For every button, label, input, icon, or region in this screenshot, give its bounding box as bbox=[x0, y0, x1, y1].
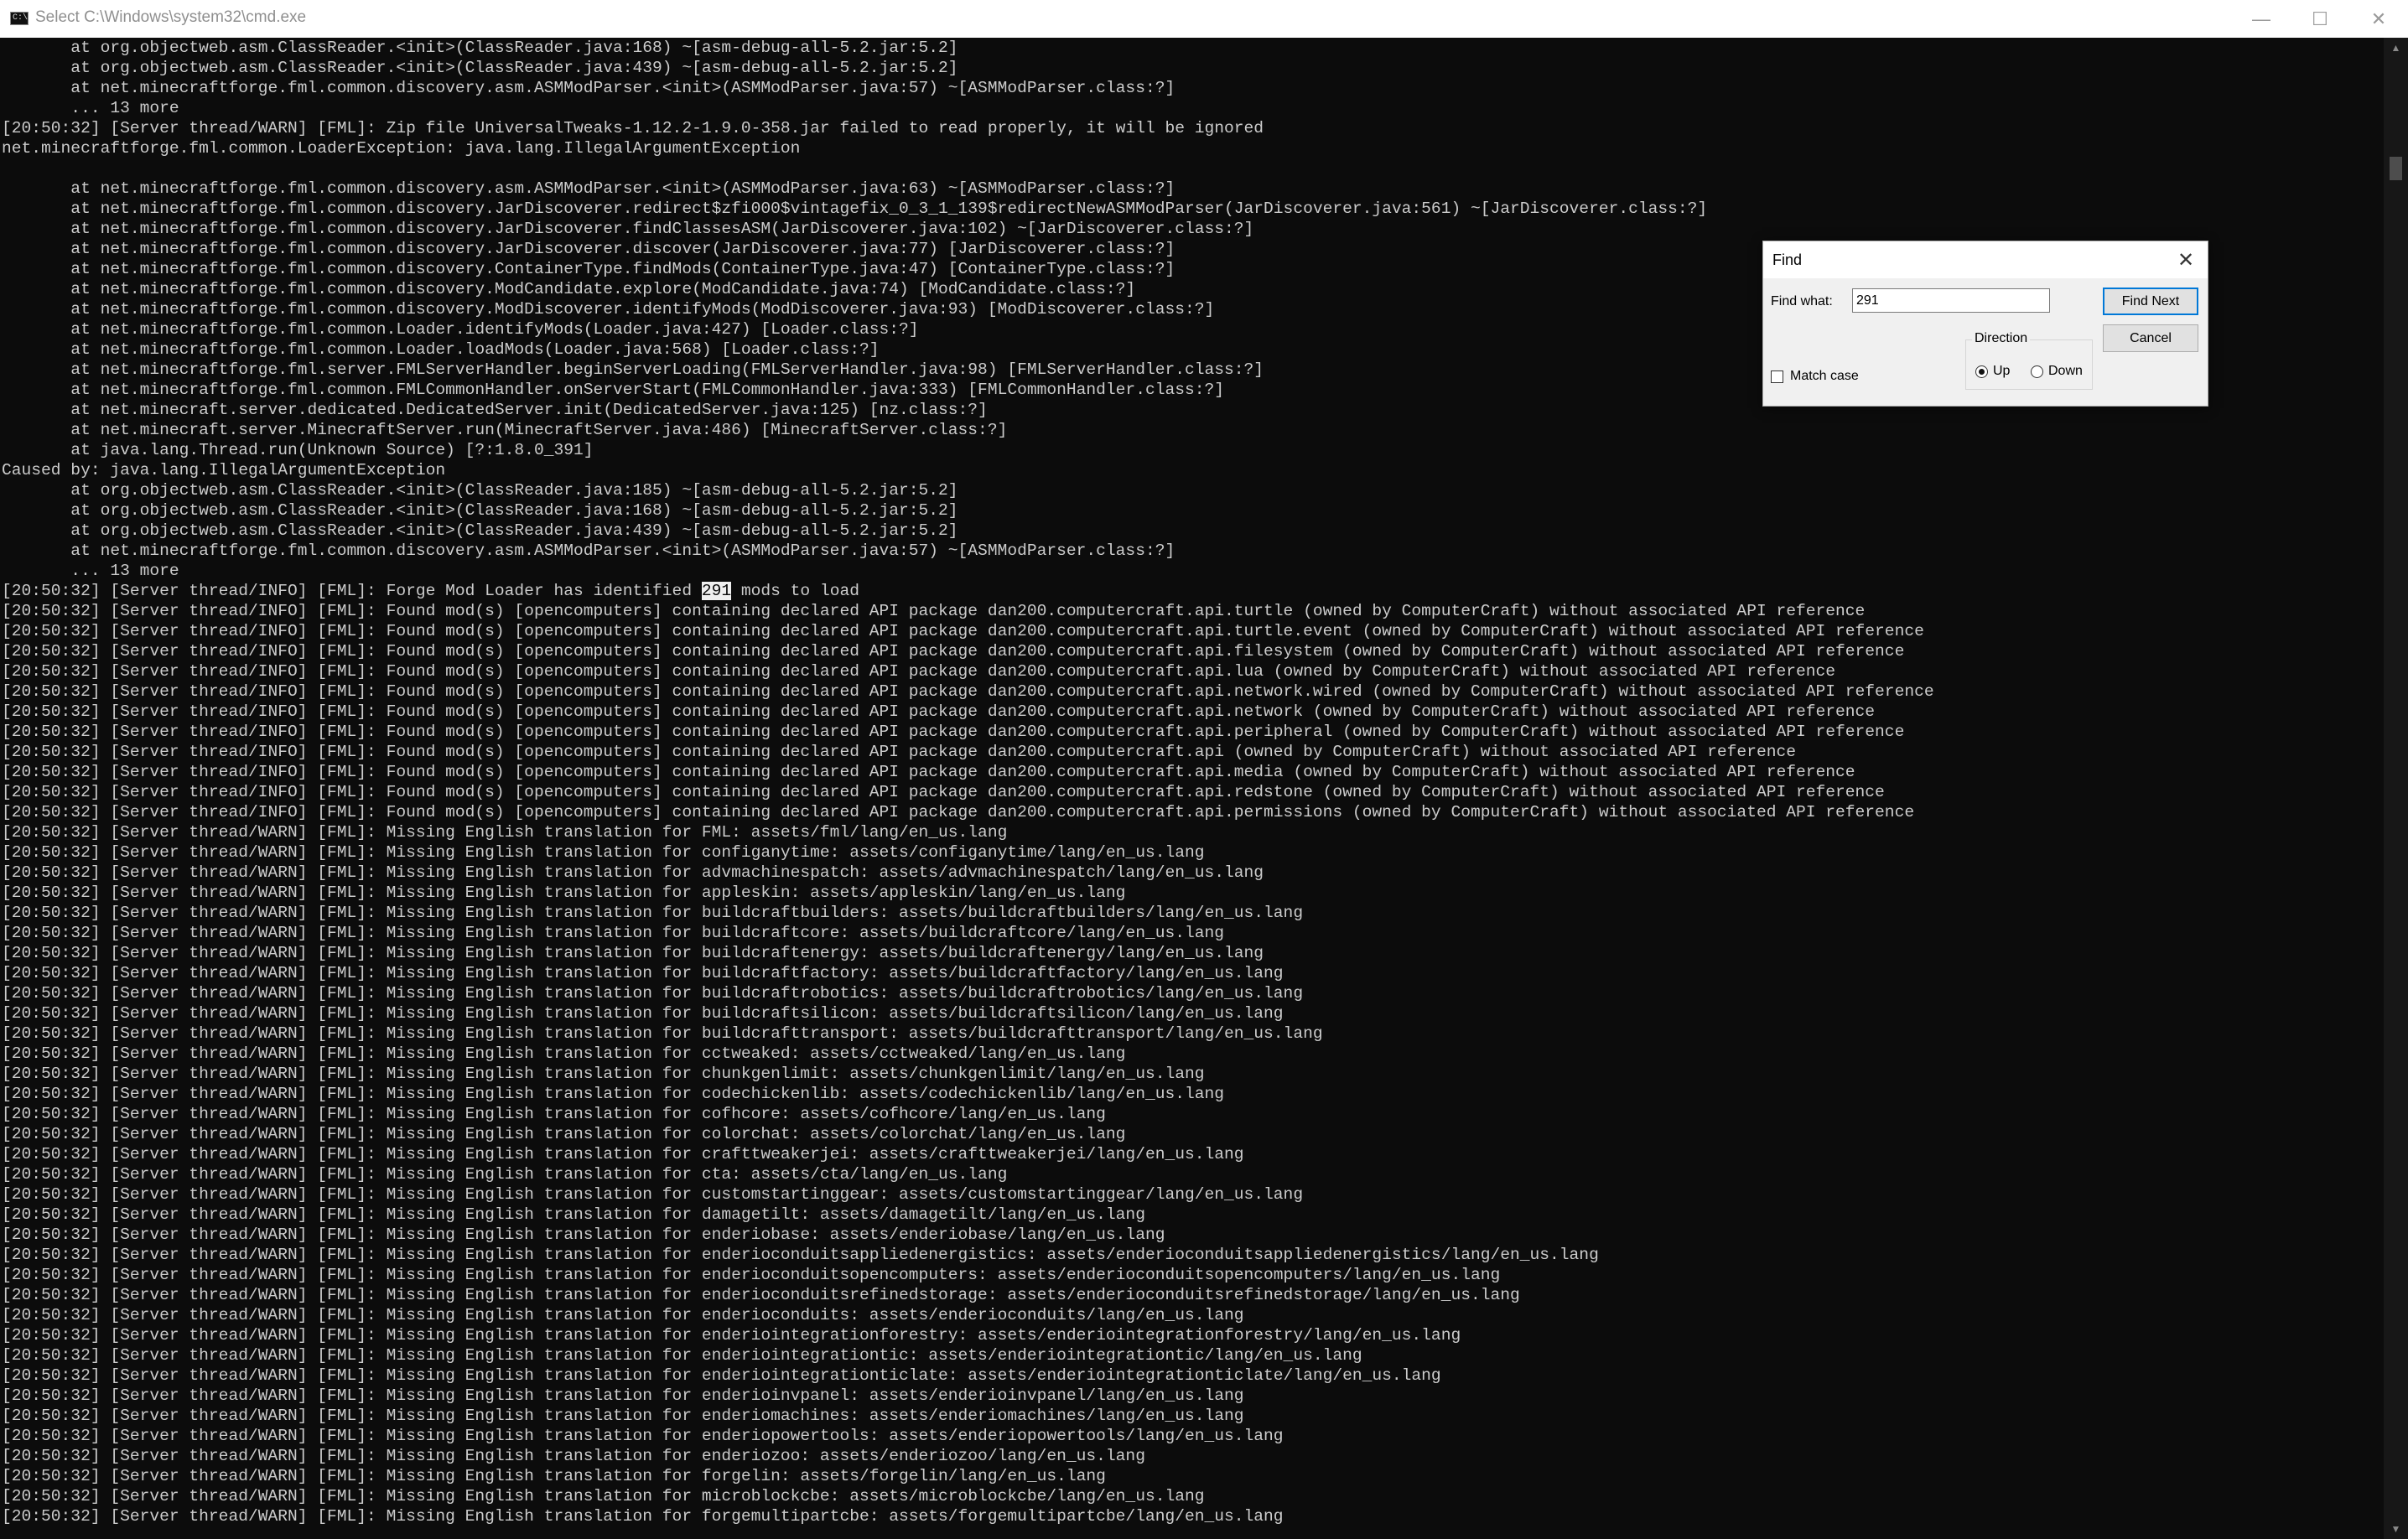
console-line: [20:50:32] [Server thread/WARN] [FML]: M… bbox=[2, 1085, 1225, 1103]
console-line: [20:50:32] [Server thread/WARN] [FML]: M… bbox=[2, 884, 1126, 902]
window-title: Select C:\Windows\system32\cmd.exe bbox=[35, 8, 307, 26]
console-line: [20:50:32] [Server thread/WARN] [FML]: M… bbox=[2, 863, 1264, 882]
console-line: [20:50:32] [Server thread/INFO] [FML]: F… bbox=[2, 763, 1855, 781]
scroll-down-arrow-icon[interactable]: ▼ bbox=[2384, 1519, 2408, 1539]
match-case-checkbox[interactable] bbox=[1771, 370, 1783, 383]
console-line: at net.minecraft.server.MinecraftServer.… bbox=[2, 421, 1008, 439]
console-line: at net.minecraftforge.fml.common.discove… bbox=[2, 220, 1254, 238]
search-match-highlight: 291 bbox=[701, 582, 732, 600]
console-line: [20:50:32] [Server thread/WARN] [FML]: M… bbox=[2, 904, 1304, 922]
console-line: [20:50:32] [Server thread/WARN] [FML]: M… bbox=[2, 1044, 1126, 1063]
cancel-button[interactable]: Cancel bbox=[2103, 324, 2198, 352]
console-line: at net.minecraftforge.fml.common.discove… bbox=[2, 200, 1708, 218]
find-dialog-title: Find bbox=[1772, 251, 1803, 268]
console-line: [20:50:32] [Server thread/INFO] [FML]: F… bbox=[2, 682, 1934, 701]
console-line: [20:50:32] [Server thread/WARN] [FML]: M… bbox=[2, 1205, 1145, 1224]
console-line: [20:50:32] [Server thread/WARN] [FML]: Z… bbox=[2, 119, 1264, 137]
console-line: [20:50:32] [Server thread/WARN] [FML]: M… bbox=[2, 1447, 1145, 1465]
match-case-option[interactable]: Match case bbox=[1771, 369, 1859, 384]
maximize-button[interactable]: ☐ bbox=[2291, 0, 2349, 38]
console-line: [20:50:32] [Server thread/INFO] [FML]: F… bbox=[0, 581, 2384, 601]
console-line: [20:50:32] [Server thread/WARN] [FML]: M… bbox=[2, 1246, 1599, 1264]
console-line: [20:50:32] [Server thread/INFO] [FML]: F… bbox=[2, 702, 1876, 721]
console-line: at net.minecraftforge.fml.common.discove… bbox=[2, 542, 1175, 560]
console-line: [20:50:32] [Server thread/WARN] [FML]: M… bbox=[2, 984, 1304, 1003]
console-line: at java.lang.Thread.run(Unknown Source) … bbox=[2, 441, 594, 459]
console-line: [20:50:32] [Server thread/WARN] [FML]: M… bbox=[2, 823, 1008, 842]
console-line: [20:50:32] [Server thread/INFO] [FML]: F… bbox=[2, 723, 1905, 741]
console-line: [20:50:32] [Server thread/WARN] [FML]: M… bbox=[2, 1306, 1244, 1324]
console-line: [20:50:32] [Server thread/WARN] [FML]: M… bbox=[2, 924, 1225, 942]
console-line: [20:50:32] [Server thread/WARN] [FML]: M… bbox=[2, 1266, 1501, 1284]
console-line: [20:50:32] [Server thread/WARN] [FML]: M… bbox=[2, 1105, 1106, 1123]
console-line: at net.minecraftforge.fml.common.discove… bbox=[2, 179, 1175, 198]
find-what-label: Find what: bbox=[1771, 294, 1833, 308]
console-line: [20:50:32] [Server thread/WARN] [FML]: M… bbox=[2, 1024, 1323, 1043]
direction-down-label: Down bbox=[2048, 364, 2083, 378]
console-line: [20:50:32] [Server thread/INFO] [FML]: F… bbox=[2, 783, 1885, 801]
console-line: [20:50:32] [Server thread/WARN] [FML]: M… bbox=[2, 1065, 1205, 1083]
minimize-button[interactable]: — bbox=[2232, 0, 2291, 38]
console-line: [20:50:32] [Server thread/WARN] [FML]: M… bbox=[2, 944, 1264, 962]
console-line: ... 13 more bbox=[2, 99, 179, 117]
console-line: [20:50:32] [Server thread/WARN] [FML]: M… bbox=[2, 1467, 1106, 1485]
console-line: [20:50:32] [Server thread/WARN] [FML]: M… bbox=[2, 1386, 1244, 1405]
console-line: [20:50:32] [Server thread/WARN] [FML]: M… bbox=[2, 1346, 1362, 1365]
console-line: [20:50:32] [Server thread/WARN] [FML]: M… bbox=[2, 1427, 1284, 1445]
console-line: Caused by: java.lang.IllegalArgumentExce… bbox=[2, 461, 446, 479]
console-line: [20:50:32] [Server thread/INFO] [FML]: F… bbox=[2, 642, 1905, 661]
console-line: [20:50:32] [Server thread/WARN] [FML]: M… bbox=[2, 1125, 1126, 1143]
find-what-input[interactable] bbox=[1852, 288, 2050, 313]
console-line: [20:50:32] [Server thread/WARN] [FML]: M… bbox=[2, 1407, 1244, 1425]
console-line: [20:50:32] [Server thread/INFO] [FML]: F… bbox=[2, 662, 1836, 681]
console-line: [20:50:32] [Server thread/INFO] [FML]: F… bbox=[2, 743, 1796, 761]
console-line: at org.objectweb.asm.ClassReader.<init>(… bbox=[2, 521, 958, 540]
console-line: ... 13 more bbox=[2, 562, 179, 580]
direction-up-option[interactable]: Up bbox=[1975, 364, 2010, 379]
console-line-text: [20:50:32] [Server thread/INFO] [FML]: F… bbox=[2, 582, 702, 600]
direction-up-radio[interactable] bbox=[1975, 365, 1988, 378]
console-line: [20:50:32] [Server thread/WARN] [FML]: M… bbox=[2, 1326, 1461, 1345]
direction-legend: Direction bbox=[1972, 331, 2031, 346]
console-line: net.minecraftforge.fml.common.LoaderExce… bbox=[2, 139, 801, 158]
direction-up-label: Up bbox=[1993, 364, 2011, 378]
console-line: [20:50:32] [Server thread/INFO] [FML]: F… bbox=[2, 622, 1924, 640]
window-titlebar[interactable]: C:\ Select C:\Windows\system32\cmd.exe —… bbox=[0, 0, 2408, 39]
console-line: at org.objectweb.asm.ClassReader.<init>(… bbox=[2, 39, 958, 57]
console-line-text: mods to load bbox=[731, 582, 859, 600]
find-dialog-close-icon[interactable]: ✕ bbox=[2164, 241, 2208, 278]
direction-down-radio[interactable] bbox=[2031, 365, 2043, 378]
console-line: at org.objectweb.asm.ClassReader.<init>(… bbox=[2, 481, 958, 500]
match-case-label: Match case bbox=[1790, 369, 1859, 383]
find-next-button[interactable]: Find Next bbox=[2103, 288, 2198, 315]
console-line: at net.minecraftforge.fml.common.discove… bbox=[2, 79, 1175, 97]
console-line: [20:50:32] [Server thread/WARN] [FML]: M… bbox=[2, 1487, 1205, 1505]
direction-down-option[interactable]: Down bbox=[2031, 364, 2083, 379]
console-line: [20:50:32] [Server thread/WARN] [FML]: M… bbox=[2, 964, 1284, 982]
console-line: [20:50:32] [Server thread/WARN] [FML]: M… bbox=[2, 1145, 1244, 1163]
console-line: [20:50:32] [Server thread/WARN] [FML]: M… bbox=[2, 1226, 1165, 1244]
direction-group: Direction Up Down bbox=[1965, 331, 2093, 390]
console-line: [20:50:32] [Server thread/WARN] [FML]: M… bbox=[2, 1286, 1520, 1304]
console-line: [20:50:32] [Server thread/INFO] [FML]: F… bbox=[2, 602, 1866, 620]
scroll-thumb[interactable] bbox=[2390, 157, 2402, 180]
console-line: [20:50:32] [Server thread/WARN] [FML]: M… bbox=[2, 1004, 1284, 1023]
vertical-scrollbar[interactable]: ▲ ▼ bbox=[2384, 38, 2408, 1539]
console-line: [20:50:32] [Server thread/WARN] [FML]: M… bbox=[2, 1507, 1284, 1526]
console-line: [20:50:32] [Server thread/WARN] [FML]: M… bbox=[2, 843, 1205, 862]
find-dialog: Find ✕ Find what: Find Next Cancel Match… bbox=[1762, 241, 2208, 407]
scroll-up-arrow-icon[interactable]: ▲ bbox=[2384, 38, 2408, 58]
console-line: at org.objectweb.asm.ClassReader.<init>(… bbox=[2, 501, 958, 520]
find-dialog-titlebar[interactable]: Find ✕ bbox=[1763, 241, 2208, 278]
console-line: [20:50:32] [Server thread/WARN] [FML]: M… bbox=[2, 1185, 1304, 1204]
console-line: [20:50:32] [Server thread/WARN] [FML]: M… bbox=[2, 1366, 1441, 1385]
console-line: at org.objectweb.asm.ClassReader.<init>(… bbox=[2, 59, 958, 77]
close-button[interactable]: ✕ bbox=[2349, 0, 2408, 38]
console-line: [20:50:32] [Server thread/INFO] [FML]: F… bbox=[2, 803, 1915, 821]
console-line: [20:50:32] [Server thread/WARN] [FML]: M… bbox=[2, 1165, 1008, 1184]
cmd-app-icon: C:\ bbox=[10, 12, 29, 25]
